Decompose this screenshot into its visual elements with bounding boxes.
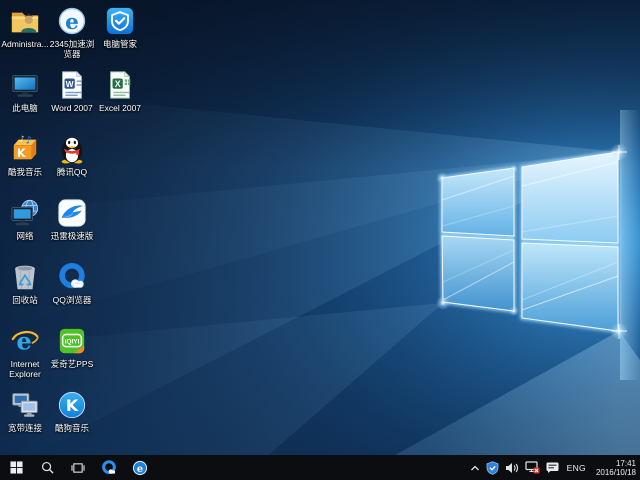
search-button[interactable] xyxy=(33,455,61,480)
desktop-icon-this-pc[interactable]: 此电脑 xyxy=(1,70,49,113)
user-folder-icon xyxy=(1,6,49,36)
desktop-icon-broadband[interactable]: 宽带连接 xyxy=(1,390,49,433)
desktop-icon-kuwo-music[interactable]: K ♪ ♪ 酷我音乐 xyxy=(1,134,49,177)
svg-text:♪: ♪ xyxy=(20,134,25,143)
tray-network[interactable] xyxy=(525,455,540,480)
desktop-icon-word-2007[interactable]: W Word 2007 xyxy=(48,70,96,113)
tray-show-hidden-icons[interactable] xyxy=(470,455,480,480)
desktop-icon-2345-browser[interactable]: e 2345加速浏览器 xyxy=(48,6,96,59)
desktop-icon-label: 腾讯QQ xyxy=(48,167,96,177)
desktop-icon-label: 酷我音乐 xyxy=(1,167,49,177)
svg-text:e: e xyxy=(16,326,32,355)
desktop-icon-qq-browser[interactable]: QQ浏览器 xyxy=(48,262,96,305)
2345-browser-taskbar-icon: e xyxy=(132,460,148,476)
svg-text:e: e xyxy=(65,10,79,35)
desktop-icon-label: Excel 2007 xyxy=(96,103,144,113)
qq-browser-taskbar-icon xyxy=(101,460,117,476)
tray-clock-date: 2016/10/18 xyxy=(596,468,636,477)
word-document-icon: W xyxy=(48,70,96,100)
desktop-icon-label: 爱奇艺PPS xyxy=(48,359,96,369)
desktop-icon-administrator[interactable]: Administra... xyxy=(1,6,49,49)
tray-pc-manager[interactable] xyxy=(486,455,499,480)
qq-penguin-icon xyxy=(48,134,96,164)
system-tray: ENG 17:41 2016/10/18 xyxy=(470,455,640,480)
network-globe-monitor-icon xyxy=(1,198,49,228)
svg-text:e: e xyxy=(137,463,143,474)
desktop-icon-label: Internet Explorer xyxy=(1,359,49,379)
recycle-bin-icon xyxy=(1,262,49,292)
kugou-music-icon: K xyxy=(48,390,96,420)
desktop-icon-label: 网络 xyxy=(1,231,49,241)
volume-icon xyxy=(505,462,519,474)
kuwo-music-box-icon: K ♪ ♪ xyxy=(1,134,49,164)
desktop-icon-label: 2345加速浏览器 xyxy=(48,39,96,59)
2345-browser-icon: e xyxy=(48,6,96,36)
desktop-icon-tencent-qq[interactable]: 腾讯QQ xyxy=(48,134,96,177)
desktop-icon-iqiyi-pps[interactable]: iQIYI 爱奇艺PPS xyxy=(48,326,96,369)
desktop-icon-kugou-music[interactable]: K 酷狗音乐 xyxy=(48,390,96,433)
excel-document-icon: X xyxy=(96,70,144,100)
chevron-up-icon xyxy=(470,464,480,472)
qq-browser-cloud-icon xyxy=(48,262,96,292)
desktop-icon-label: Word 2007 xyxy=(48,103,96,113)
taskbar-2345-browser-button[interactable]: e xyxy=(126,455,154,480)
tray-clock-time: 17:41 xyxy=(596,459,636,468)
ime-message-icon xyxy=(546,462,559,473)
svg-text:X: X xyxy=(115,79,121,89)
thunder-bird-icon xyxy=(48,198,96,228)
desktop-icon-excel-2007[interactable]: X Excel 2007 xyxy=(96,70,144,113)
desktop-icon-label: 电脑管家 xyxy=(96,39,144,49)
desktop-icon-label: 宽带连接 xyxy=(1,423,49,433)
desktop-icon-internet-explorer[interactable]: e Internet Explorer xyxy=(1,326,49,379)
desktop-icon-network[interactable]: 网络 xyxy=(1,198,49,241)
desktop-icon-label: 迅雷极速版 xyxy=(48,231,96,241)
desktop-icon-label: 酷狗音乐 xyxy=(48,423,96,433)
tray-clock[interactable]: 17:41 2016/10/18 xyxy=(594,459,636,477)
taskbar: e xyxy=(0,455,640,480)
tray-volume[interactable] xyxy=(505,455,519,480)
svg-text:K: K xyxy=(17,147,27,160)
desktop-icon-label: 回收站 xyxy=(1,295,49,305)
taskbar-qq-browser-button[interactable] xyxy=(95,455,123,480)
taskbar-left: e xyxy=(0,455,157,480)
svg-text:W: W xyxy=(66,79,74,89)
start-icon xyxy=(10,461,23,474)
pc-manager-tray-shield-icon xyxy=(486,461,499,475)
desktop-icon-pc-manager[interactable]: 电脑管家 xyxy=(96,6,144,49)
broadband-connection-icon xyxy=(1,390,49,420)
desktop-icon-recycle-bin[interactable]: 回收站 xyxy=(1,262,49,305)
desktop-icon-thunder[interactable]: 迅雷极速版 xyxy=(48,198,96,241)
desktop-icon-label: QQ浏览器 xyxy=(48,295,96,305)
this-pc-icon xyxy=(1,70,49,100)
task-view-icon xyxy=(71,462,85,474)
svg-text:♪: ♪ xyxy=(25,134,32,146)
tray-language-indicator[interactable]: ENG xyxy=(565,455,588,480)
network-disconnected-icon xyxy=(525,461,540,474)
desktop-icon-label: Administra... xyxy=(1,39,49,49)
windows-desktop: Administra... e 2345加速浏览器 电脑管家 xyxy=(0,0,640,480)
start-button[interactable] xyxy=(2,455,30,480)
desktop-icon-label: 此电脑 xyxy=(1,103,49,113)
svg-text:iQIYI: iQIYI xyxy=(65,339,80,346)
pc-manager-shield-icon xyxy=(96,6,144,36)
tray-ime[interactable] xyxy=(546,455,559,480)
svg-text:K: K xyxy=(66,396,79,415)
iqiyi-pps-icon: iQIYI xyxy=(48,326,96,356)
search-icon xyxy=(41,461,54,474)
task-view-button[interactable] xyxy=(64,455,92,480)
internet-explorer-icon: e xyxy=(1,326,49,356)
